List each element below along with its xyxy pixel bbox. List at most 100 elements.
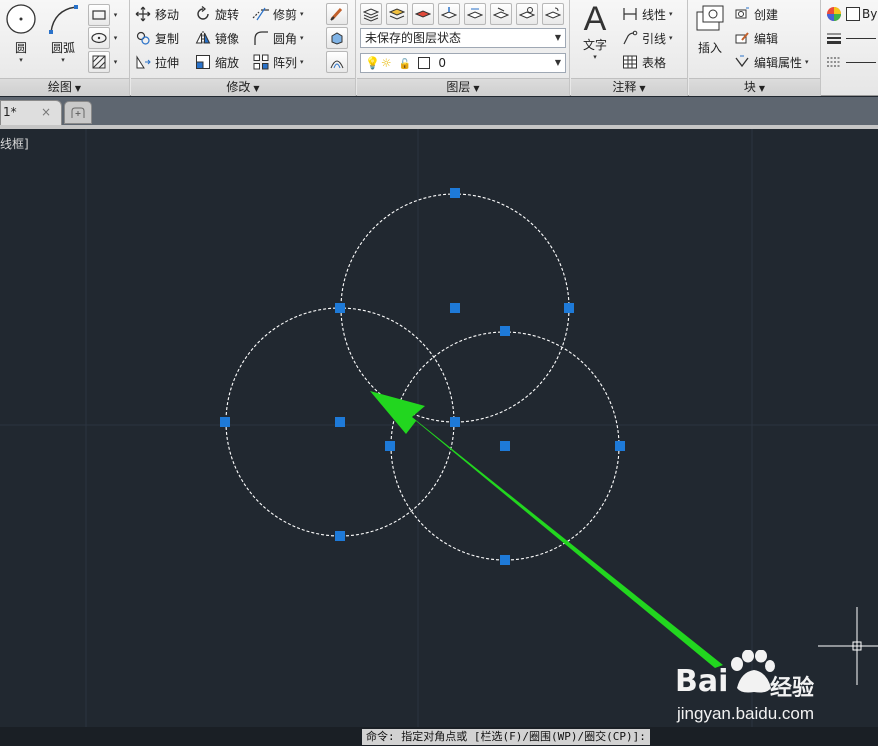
layer-state-button[interactable] (386, 3, 408, 25)
layer-previous-icon (467, 8, 483, 19)
explode-button[interactable] (326, 27, 348, 49)
text-dropdown-icon[interactable]: ▾ (577, 53, 613, 61)
insert-button[interactable]: 插入 (692, 2, 728, 56)
edit-attributes-dropdown-icon[interactable]: ▾ (805, 58, 809, 66)
grid (0, 129, 878, 727)
circle-button[interactable]: 圆 ▾ (2, 2, 40, 64)
arc-dropdown-icon[interactable]: ▾ (44, 56, 82, 64)
lightbulb-icon: 💡 (365, 56, 380, 70)
layer-match-button[interactable] (438, 3, 460, 25)
rectangle-button[interactable] (88, 4, 110, 26)
create-block-icon (733, 5, 751, 23)
copy-button[interactable]: 复制 (134, 27, 179, 49)
fillet-dropdown-icon[interactable]: ▾ (300, 34, 304, 42)
current-layer-value: 0 (438, 56, 446, 70)
trim-label: 修剪 (273, 7, 298, 22)
move-button[interactable]: 移动 (134, 3, 179, 25)
leader-dropdown-icon[interactable]: ▾ (669, 34, 673, 42)
offset-icon (330, 60, 344, 69)
layer-off-button[interactable] (516, 3, 538, 25)
linear-dropdown-icon[interactable]: ▾ (669, 10, 673, 18)
layer-properties-button[interactable] (360, 3, 382, 25)
layer-lock-button[interactable] (542, 3, 564, 25)
unlock-icon: 🔓 (398, 59, 412, 70)
layer-state-value: 未保存的图层状态 (365, 31, 462, 45)
array-icon (252, 53, 270, 71)
layers-panel-title[interactable]: 图层 ▼ (357, 78, 569, 96)
layers-panel: 未保存的图层状态 ▼ 💡 ☼ 🔓 0 ▼ 图层 ▼ (357, 0, 570, 96)
grip (385, 441, 395, 451)
drawing-tab-label: 1* (3, 105, 17, 119)
grip (220, 417, 230, 427)
new-tab-button[interactable] (64, 101, 92, 124)
grip (615, 441, 625, 451)
linetype-control[interactable] (825, 51, 876, 73)
drawing-tab[interactable]: 1* × (0, 100, 62, 125)
edit-attributes-icon (733, 53, 751, 71)
scale-label: 缩放 (215, 55, 240, 70)
layer-isolate-button[interactable] (412, 3, 434, 25)
edit-block-button[interactable]: 编辑 (733, 27, 778, 49)
offset-button[interactable] (326, 51, 348, 73)
fillet-button[interactable]: 圆角 ▾ (252, 27, 304, 49)
layer-state-dropdown[interactable]: 未保存的图层状态 ▼ (360, 28, 566, 48)
layer-isolate-icon (415, 10, 431, 18)
grip (450, 417, 460, 427)
trim-button[interactable]: 修剪 ▾ (252, 3, 304, 25)
drawing-viewport[interactable]: 线框] (0, 129, 878, 727)
arc-label: 圆弧 (50, 41, 75, 55)
boundary-button[interactable] (88, 51, 110, 73)
watermark-product: 经验 (770, 676, 815, 701)
table-button[interactable]: 表格 (621, 51, 666, 73)
layer-dropdown[interactable]: 💡 ☼ 🔓 0 ▼ (360, 53, 566, 73)
text-button[interactable]: A 文字 ▾ (577, 2, 613, 61)
create-block-button[interactable]: 创建 (733, 3, 778, 25)
edit-attributes-button[interactable]: 编辑属性 ▾ (733, 51, 809, 73)
trim-dropdown-icon[interactable]: ▾ (300, 10, 304, 18)
hatch-button[interactable] (88, 27, 110, 49)
grip (450, 188, 460, 198)
color-control[interactable]: By (825, 3, 877, 25)
leader-label: 引线 (642, 31, 667, 46)
linear-dimension-button[interactable]: 线性 ▾ (621, 3, 673, 25)
visual-style-label[interactable]: 线框] (0, 135, 29, 152)
linear-dimension-icon (621, 5, 639, 23)
array-dropdown-icon[interactable]: ▾ (300, 58, 304, 66)
modify-panel: 移动 旋转 修剪 ▾ 复制 镜像 圆角 ▾ 拉伸 缩放 阵列 ▾ 修改 ▼ (131, 0, 356, 96)
fillet-label: 圆角 (273, 31, 298, 46)
layer-previous-button[interactable] (464, 3, 486, 25)
arc-button[interactable]: 圆弧 ▾ (44, 2, 82, 64)
erase-button[interactable] (326, 3, 348, 25)
leader-button[interactable]: 引线 ▾ (621, 27, 673, 49)
edit-attributes-label: 编辑属性 (754, 55, 803, 70)
stretch-button[interactable]: 拉伸 (134, 51, 179, 73)
lineweight-control[interactable] (825, 27, 876, 49)
layer-match-icon (441, 7, 457, 19)
ellipse-dropdown-icon[interactable]: ▾ (111, 27, 120, 49)
edit-label: 编辑 (754, 31, 779, 46)
rotate-button[interactable]: 旋转 (194, 3, 239, 25)
paw-logo-icon (731, 650, 775, 693)
arc-icon (49, 5, 78, 34)
close-icon[interactable]: × (41, 101, 51, 123)
hatch-dropdown-icon[interactable]: ▾ (111, 51, 120, 73)
insert-label: 插入 (697, 41, 722, 55)
scale-button[interactable]: 缩放 (194, 51, 239, 73)
draw-panel: 圆 ▾ 圆弧 ▾ ▾ ▾ ▾ 绘图 ▼ (0, 0, 130, 96)
block-panel-title[interactable]: 块 ▼ (689, 78, 820, 96)
circle-icon (6, 4, 36, 34)
annotation-panel-title[interactable]: 注释 ▼ (571, 78, 687, 96)
model-space-canvas[interactable] (0, 129, 878, 727)
mirror-button[interactable]: 镜像 (194, 27, 239, 49)
stretch-icon (134, 53, 152, 71)
mirror-icon (194, 29, 212, 47)
command-prompt[interactable]: 命令: 指定对角点或 [栏选(F)/圈围(WP)/圈交(CP)]: (362, 729, 650, 745)
modify-panel-title[interactable]: 修改 ▼ (131, 78, 355, 96)
layer-freeze-button[interactable] (490, 3, 512, 25)
lineweight-icon (825, 29, 843, 47)
circle-dropdown-icon[interactable]: ▾ (2, 56, 40, 64)
draw-panel-title[interactable]: 绘图 ▼ (0, 78, 129, 96)
circle-label: 圆 (14, 41, 27, 55)
rectangle-dropdown-icon[interactable]: ▾ (111, 4, 120, 26)
array-button[interactable]: 阵列 ▾ (252, 51, 304, 73)
